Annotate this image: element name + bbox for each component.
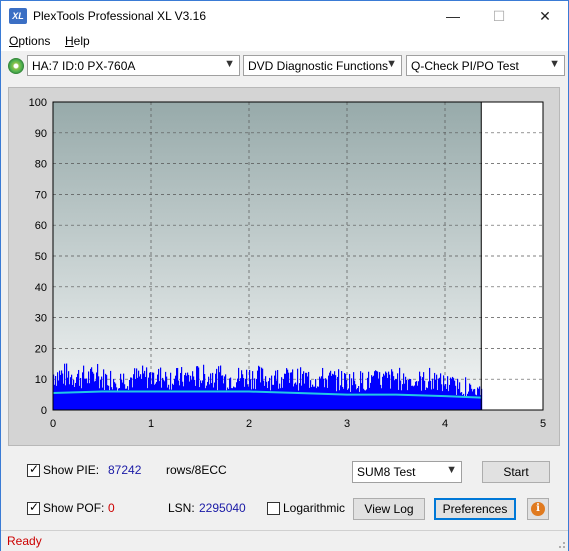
pi-po-chart: 0 10 20 30 40 50 60 70 80 90 100 0 1 2 3 4 5 <box>29 97 546 430</box>
show-pie-checkbox[interactable]: ✓ <box>27 462 40 477</box>
chart-panel: 0 10 20 30 40 50 60 70 80 90 100 0 1 2 3 4 5 <box>8 87 560 446</box>
checkmark-icon: ✓ <box>29 500 40 514</box>
function-select[interactable]: DVD Diagnostic Functions ▼ <box>243 55 402 76</box>
y-tick-label: 30 <box>35 313 47 325</box>
info-button[interactable]: i <box>527 498 549 520</box>
view-log-button[interactable]: View Log <box>353 498 425 520</box>
y-tick-label: 10 <box>35 374 47 386</box>
toolbar: HA:7 ID:0 PX-760A ▼ DVD Diagnostic Funct… <box>1 53 568 79</box>
control-panel: ✓ Show PIE: 87242 rows/8ECC ✓ Show POF: … <box>1 451 568 529</box>
title-bar: XL PlexTools Professional XL V3.16 — ☐ ✕ <box>1 1 568 31</box>
preferences-button[interactable]: Preferences <box>434 498 516 520</box>
x-tick-label: 4 <box>442 418 448 430</box>
x-tick-label: 3 <box>344 418 350 430</box>
x-tick-label: 2 <box>246 418 252 430</box>
y-tick-label: 70 <box>35 189 47 201</box>
y-tick-label: 60 <box>35 220 47 232</box>
menu-options[interactable]: Options <box>9 34 50 48</box>
logarithmic-label: Logarithmic <box>283 501 346 515</box>
y-tick-label: 90 <box>35 128 47 140</box>
sum-test-select-value: SUM8 Test <box>357 465 416 479</box>
drive-select-value: HA:7 ID:0 PX-760A <box>32 59 136 73</box>
show-pof-checkbox[interactable]: ✓ <box>27 500 40 515</box>
chevron-down-icon: ▼ <box>549 58 560 70</box>
start-button[interactable]: Start <box>482 461 550 483</box>
logarithmic-checkbox[interactable] <box>267 502 280 515</box>
main-window: XL PlexTools Professional XL V3.16 — ☐ ✕… <box>0 0 569 551</box>
x-tick-label: 5 <box>540 418 546 430</box>
menu-bar: Options Help <box>1 31 568 51</box>
menu-options-rest: ptions <box>18 34 51 48</box>
function-select-value: DVD Diagnostic Functions <box>248 59 389 73</box>
test-select[interactable]: Q-Check PI/PO Test ▼ <box>406 55 565 76</box>
show-pie-label: Show PIE: <box>43 463 100 477</box>
sum-test-select[interactable]: SUM8 Test ▼ <box>352 461 462 483</box>
window-title: PlexTools Professional XL V3.16 <box>33 9 206 23</box>
info-icon: i <box>531 502 545 516</box>
chevron-down-icon: ▼ <box>386 58 397 70</box>
y-tick-label: 80 <box>35 159 47 171</box>
close-button[interactable]: ✕ <box>522 1 568 31</box>
y-tick-label: 40 <box>35 282 47 294</box>
y-tick-label: 100 <box>29 97 47 109</box>
menu-help[interactable]: Help <box>65 34 90 48</box>
maximize-button[interactable]: ☐ <box>476 1 522 31</box>
test-select-value: Q-Check PI/PO Test <box>411 59 519 73</box>
lsn-value: 2295040 <box>199 501 246 515</box>
y-tick-label: 20 <box>35 343 47 355</box>
drive-select[interactable]: HA:7 ID:0 PX-760A ▼ <box>27 55 240 76</box>
rows-unit-label: rows/8ECC <box>166 463 227 477</box>
chevron-down-icon: ▼ <box>224 58 235 70</box>
status-text: Ready <box>7 534 42 548</box>
menu-help-rest: elp <box>73 34 90 48</box>
menu-help-accel: H <box>65 34 74 48</box>
resize-grip-icon[interactable] <box>556 539 566 549</box>
status-bar: Ready <box>1 530 568 551</box>
y-tick-label: 50 <box>35 251 47 263</box>
lsn-label: LSN: <box>168 501 195 515</box>
y-tick-label: 0 <box>41 405 47 417</box>
chevron-down-icon: ▼ <box>446 464 457 476</box>
minimize-button[interactable]: — <box>430 1 476 31</box>
x-tick-label: 0 <box>50 418 56 430</box>
menu-options-accel: O <box>9 34 19 48</box>
app-logo-icon: XL <box>9 8 27 24</box>
show-pof-label: Show POF: <box>43 501 105 515</box>
checkmark-icon: ✓ <box>29 462 40 476</box>
disc-drive-icon <box>8 58 24 74</box>
pie-count-value: 87242 <box>108 463 142 477</box>
pof-count-value: 0 <box>108 501 115 515</box>
x-tick-label: 1 <box>148 418 154 430</box>
